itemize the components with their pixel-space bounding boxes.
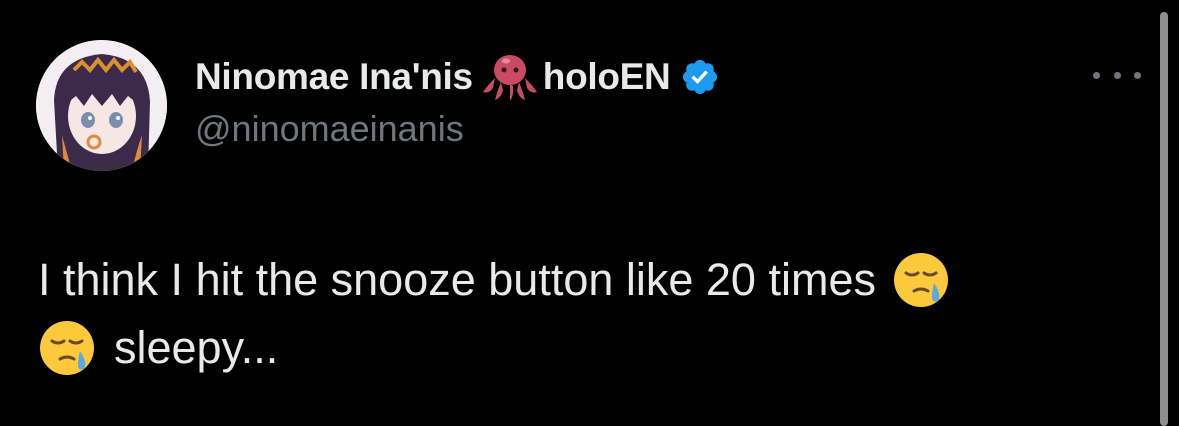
tweet-text-segment-2: sleepy... <box>114 322 279 373</box>
author-handle[interactable]: @ninomaeinanis <box>195 108 464 150</box>
profile-avatar[interactable] <box>36 40 167 171</box>
tweet-text: I think I hit the snooze button like 20 … <box>38 246 1138 382</box>
dot-icon <box>1113 71 1121 79</box>
author-affiliation[interactable]: holoEN <box>543 56 671 98</box>
author-name-row[interactable]: Ninomae Ina'nis holoEN <box>195 52 720 102</box>
tweet-text-segment-1: I think I hit the snooze button like 20 … <box>38 254 876 305</box>
octopus-icon <box>481 52 539 102</box>
dot-icon <box>1134 71 1141 79</box>
more-options-icon[interactable] <box>1093 62 1141 88</box>
dot-icon <box>1093 71 1100 79</box>
sleepy-face-emoji <box>38 319 96 377</box>
tweet-text-line-2: sleepy... <box>38 314 1138 382</box>
verified-badge-icon[interactable] <box>680 57 720 97</box>
sleepy-face-emoji <box>892 251 950 309</box>
author-display-name[interactable]: Ninomae Ina'nis <box>195 56 473 98</box>
scrollbar[interactable] <box>1160 12 1168 426</box>
tweet-text-line-1: I think I hit the snooze button like 20 … <box>38 246 1138 314</box>
